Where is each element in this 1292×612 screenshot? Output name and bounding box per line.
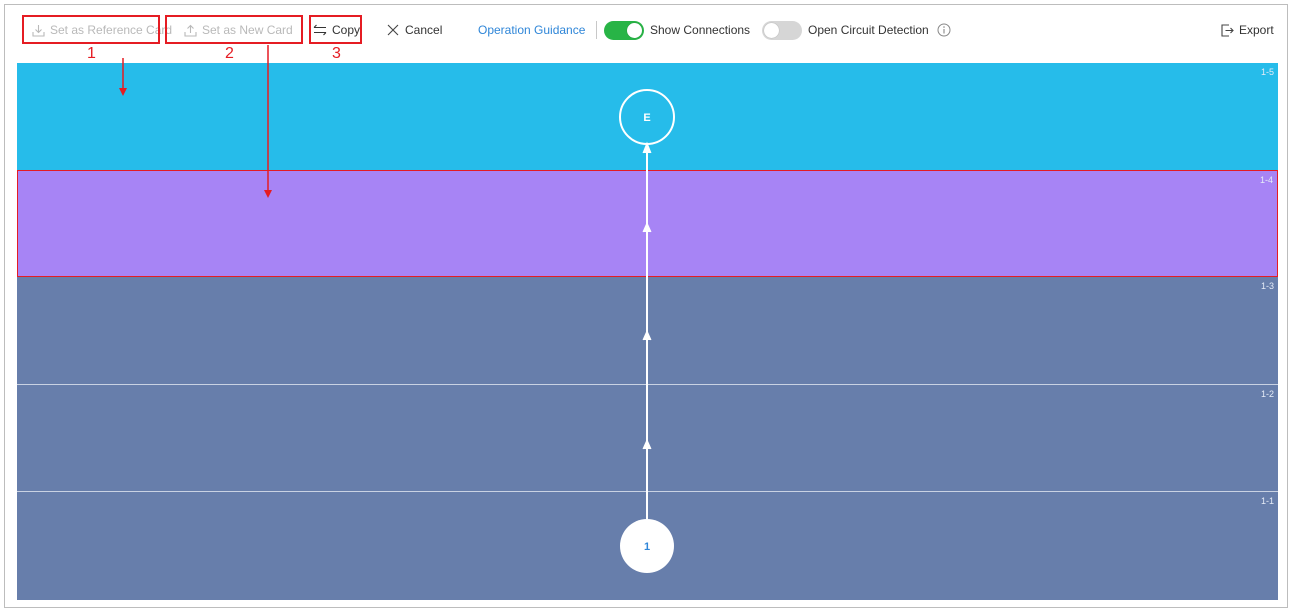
start-node-label: 1: [644, 541, 650, 553]
start-node[interactable]: 1: [620, 519, 674, 573]
export-button[interactable]: Export: [1220, 18, 1274, 42]
show-connections-label: Show Connections: [650, 23, 751, 37]
toolbar-divider: [596, 21, 597, 39]
arrowhead: [642, 438, 652, 450]
close-icon: [386, 23, 400, 37]
annotation-number-3: 3: [332, 45, 341, 62]
operation-guidance-label: Operation Guidance: [478, 23, 586, 37]
toolbar: Set as Reference Card Set as New Card Co…: [0, 0, 1292, 62]
info-icon[interactable]: [937, 18, 951, 42]
cancel-label: Cancel: [405, 23, 443, 37]
cancel-button[interactable]: Cancel: [386, 18, 442, 42]
open-circuit-toggle[interactable]: [762, 21, 802, 40]
arrowhead: [642, 329, 652, 341]
annotation-box-1: [22, 15, 160, 44]
card-diagram: 1-5 1-4 1-3 1-2 1-1 E 1: [17, 63, 1278, 600]
connection-layer: E 1: [619, 89, 675, 573]
operation-guidance-link[interactable]: Operation Guidance: [478, 18, 585, 42]
end-node[interactable]: E: [619, 89, 675, 145]
export-icon: [1220, 23, 1234, 37]
export-label: Export: [1239, 23, 1274, 37]
annotation-number-1: 1: [87, 45, 96, 62]
annotation-number-2: 2: [225, 45, 234, 62]
show-connections-toggle[interactable]: [604, 21, 644, 40]
toggle-knob: [627, 23, 642, 38]
arrowhead: [642, 221, 652, 233]
end-node-label: E: [643, 112, 650, 124]
annotation-box-2: [165, 15, 303, 44]
open-circuit-label: Open Circuit Detection: [808, 23, 929, 37]
toggle-knob: [764, 23, 779, 38]
annotation-box-3: [309, 15, 362, 44]
